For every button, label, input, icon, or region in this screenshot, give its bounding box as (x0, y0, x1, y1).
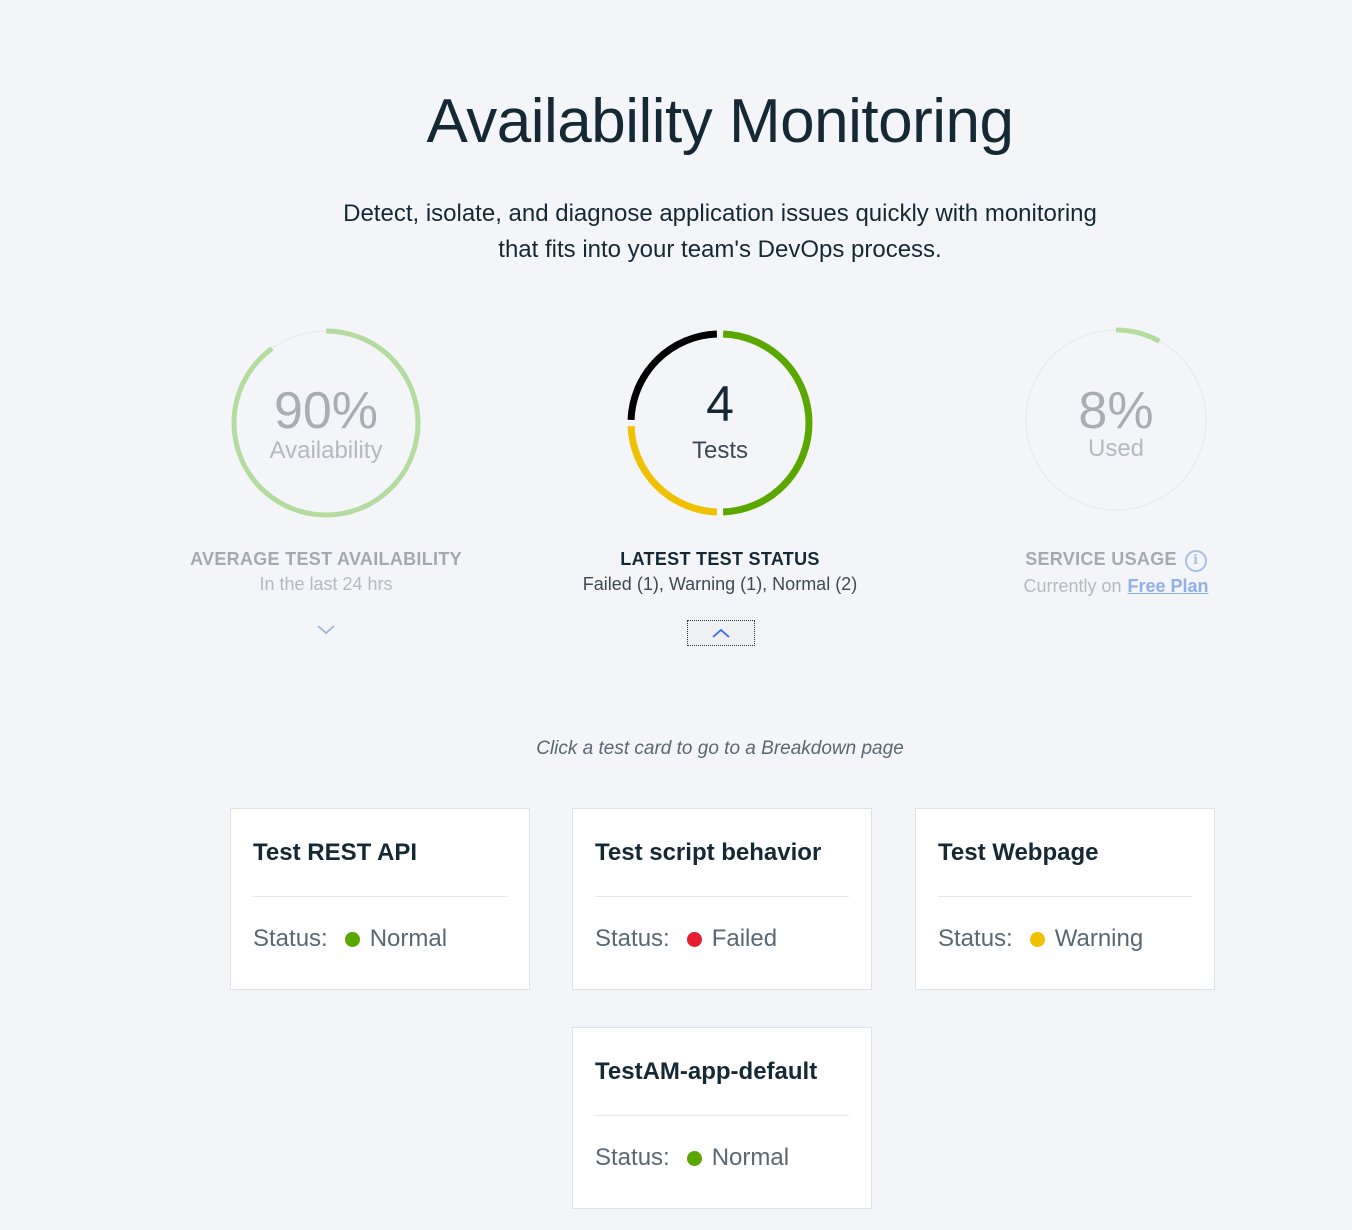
test-card-status: Status: Normal (595, 1144, 789, 1172)
test-card[interactable]: TestAM-app-default Status: Normal (572, 1027, 872, 1209)
test-card-title: TestAM-app-default (595, 1058, 818, 1085)
card-divider (253, 896, 507, 897)
card-divider (938, 896, 1192, 897)
free-plan-link[interactable]: Free Plan (1128, 576, 1209, 596)
status-label: Status: (595, 925, 670, 952)
test-card-title: Test script behavior (595, 839, 822, 866)
usage-stat-sub-text: Currently on (1023, 576, 1122, 596)
status-label: Status: (595, 1144, 670, 1171)
status-value: Warning (1054, 925, 1144, 952)
status-value: Normal (369, 925, 448, 952)
tests-collapse-toggle[interactable] (687, 620, 755, 646)
status-dot (344, 931, 360, 947)
usage-value: 8% (1078, 382, 1154, 440)
usage-stat-sub: Currently on Free Plan (916, 576, 1316, 597)
tests-stats: LATEST TEST STATUS Failed (1), Warning (… (520, 549, 920, 595)
tests-stat-title: LATEST TEST STATUS (620, 549, 820, 569)
usage-stat-title: SERVICE USAGE i (916, 549, 1316, 572)
test-card-status: Status: Normal (253, 925, 447, 953)
status-label: Status: (938, 925, 1013, 952)
availability-stats: AVERAGE TEST AVAILABILITY In the last 24… (126, 549, 526, 595)
status-value: Failed (711, 925, 778, 952)
chevron-down-icon (317, 625, 335, 635)
page: Availability Monitoring Detect, isolate,… (0, 0, 1352, 1230)
test-card-status: Status: Failed (595, 925, 777, 953)
availability-stat-title: AVERAGE TEST AVAILABILITY (190, 549, 462, 569)
test-card[interactable]: Test script behavior Status: Failed (572, 808, 872, 990)
page-subtitle: Detect, isolate, and diagnose applicatio… (300, 196, 1140, 268)
subtitle-line-1: Detect, isolate, and diagnose applicatio… (343, 200, 1097, 227)
availability-value: 90% (273, 382, 379, 440)
availability-stat-sub: In the last 24 hrs (259, 574, 393, 594)
availability-gauge: 90% Availability (226, 323, 426, 523)
tests-gauge: 4 Tests (620, 323, 820, 523)
availability-label: Availability (269, 437, 383, 464)
test-card-title: Test REST API (253, 839, 418, 866)
page-title: Availability Monitoring (426, 87, 1014, 156)
test-card-title: Test Webpage (938, 839, 1099, 866)
usage-label: Used (1087, 435, 1145, 462)
tests-count: 4 (706, 376, 734, 432)
subtitle-line-2: that fits into your team's DevOps proces… (498, 236, 942, 263)
usage-gauge: 8% Used (1021, 325, 1211, 515)
availability-expand-toggle[interactable] (306, 619, 346, 641)
tests-stat-sub: Failed (1), Warning (1), Normal (2) (582, 574, 858, 594)
card-divider (595, 1115, 849, 1116)
test-card-status: Status: Warning (938, 925, 1143, 953)
usage-stat-title-text: SERVICE USAGE (1025, 549, 1177, 569)
status-label: Status: (253, 925, 328, 952)
chevron-up-icon (712, 628, 730, 638)
card-hint: Click a test card to go to a Breakdown p… (536, 738, 904, 759)
status-dot (686, 1150, 702, 1166)
card-divider (595, 896, 849, 897)
test-card[interactable]: Test REST API Status: Normal (230, 808, 530, 990)
status-value: Normal (711, 1144, 790, 1171)
status-dot (686, 931, 702, 947)
tests-label: Tests (691, 437, 748, 464)
test-card[interactable]: Test Webpage Status: Warning (915, 808, 1215, 990)
status-dot (1029, 931, 1045, 947)
info-icon[interactable]: i (1184, 550, 1207, 572)
usage-stats: SERVICE USAGE i Currently on Free Plan (916, 549, 1316, 597)
